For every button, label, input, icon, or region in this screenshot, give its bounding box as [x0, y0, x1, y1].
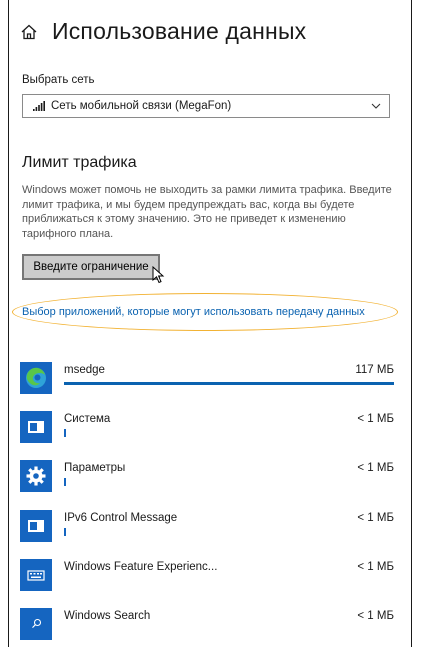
app-row-system[interactable]: Система < 1 МБ [20, 411, 394, 451]
usage-bar [64, 528, 66, 536]
app-row-ipv6[interactable]: IPv6 Control Message < 1 МБ [20, 510, 394, 550]
network-select-value: Сеть мобильной связи (MegaFon) [51, 100, 232, 112]
app-name: Windows Search [64, 610, 151, 622]
enter-limit-button[interactable]: Введите ограничение [22, 254, 160, 280]
page-header: Использование данных [20, 18, 306, 45]
cellular-signal-icon [33, 101, 45, 111]
app-name: Система [64, 413, 111, 425]
app-name: IPv6 Control Message [64, 512, 178, 524]
choose-apps-link[interactable]: Выбор приложений, которые могут использо… [22, 306, 365, 318]
app-name: Параметры [64, 462, 126, 474]
usage-bar [64, 429, 66, 437]
keyboard-icon [20, 559, 52, 591]
app-row-windows-search[interactable]: Windows Search < 1 МБ [20, 608, 394, 648]
app-usage: < 1 МБ [357, 462, 394, 474]
page-title: Использование данных [52, 18, 307, 44]
app-usage: < 1 МБ [357, 610, 394, 622]
system-icon [20, 510, 52, 542]
usage-bar [64, 478, 66, 486]
app-usage: < 1 МБ [357, 561, 394, 573]
search-icon [20, 608, 52, 640]
app-usage: 117 МБ [355, 364, 394, 376]
app-row-settings[interactable]: Параметры < 1 МБ [20, 460, 394, 500]
network-select-label: Выбрать сеть [22, 74, 95, 86]
network-select[interactable]: Сеть мобильной связи (MegaFon) [22, 94, 390, 118]
mouse-cursor-icon [152, 266, 165, 284]
app-name: msedge [64, 364, 105, 376]
gear-icon [20, 460, 52, 492]
usage-bar [64, 382, 394, 385]
system-icon [20, 411, 52, 443]
app-usage: < 1 МБ [357, 512, 394, 524]
app-name: Windows Feature Experienc... [64, 561, 218, 573]
data-limit-heading: Лимит трафика [22, 154, 137, 171]
app-row-msedge[interactable]: msedge 117 МБ [20, 362, 394, 402]
app-usage: < 1 МБ [357, 413, 394, 425]
edge-icon [20, 362, 52, 394]
chevron-down-icon [371, 103, 381, 109]
data-limit-description: Windows может помочь не выходить за рамк… [22, 184, 392, 240]
home-icon[interactable] [20, 23, 38, 41]
app-row-feature-experience[interactable]: Windows Feature Experienc... < 1 МБ [20, 559, 394, 599]
